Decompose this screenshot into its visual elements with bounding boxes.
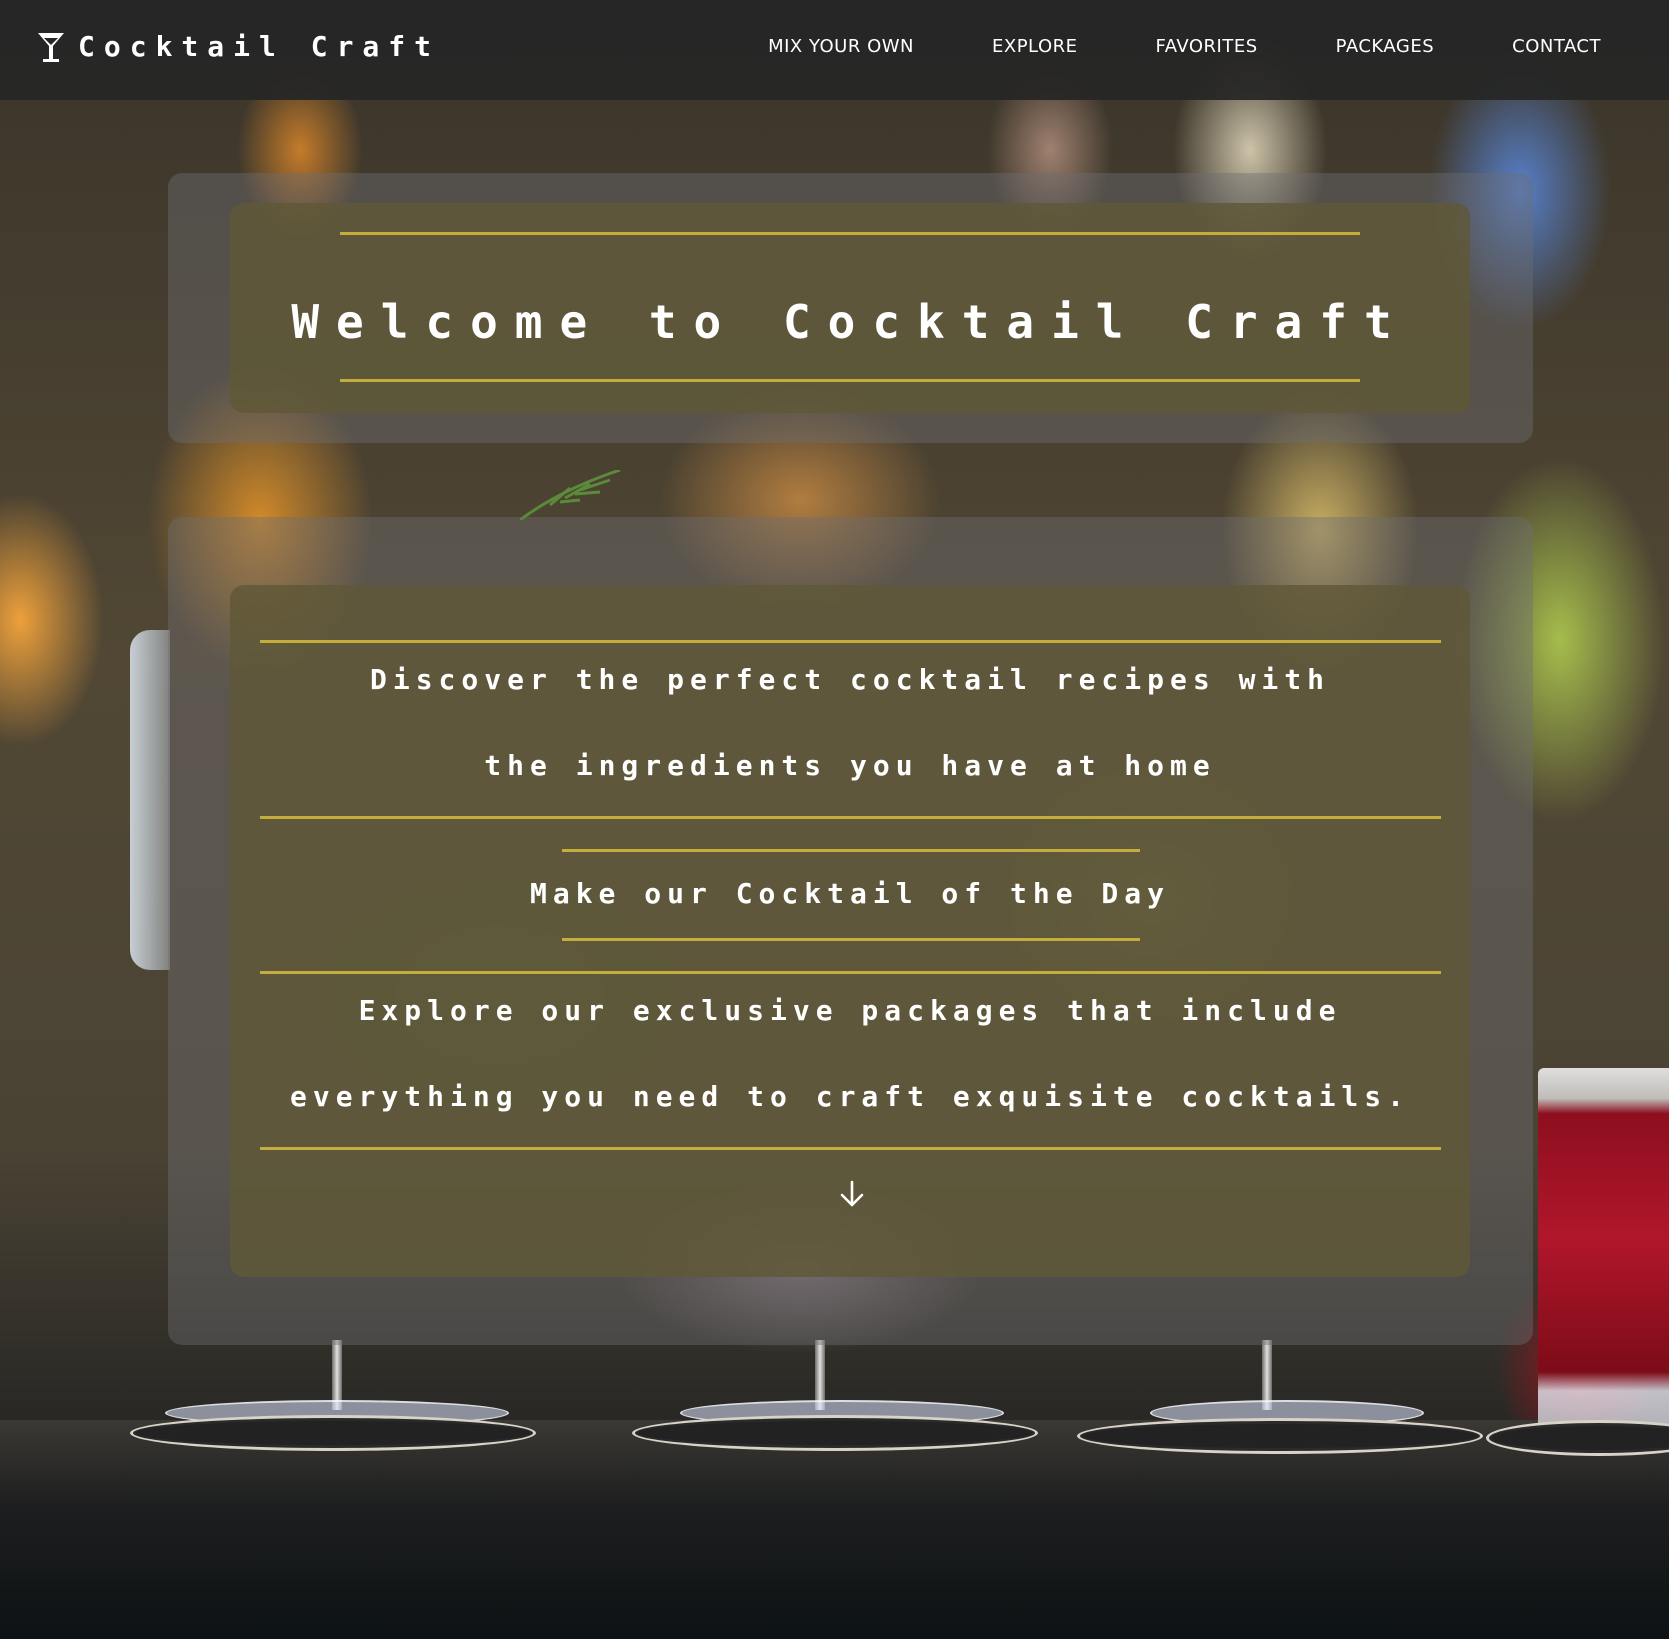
intro-panel: Discover the perfect cocktail recipes wi… [168, 517, 1533, 1345]
arrow-down-icon[interactable] [838, 1179, 866, 1209]
gold-divider [340, 232, 1360, 235]
page-title: Welcome to Cocktail Craft [291, 295, 1409, 349]
intro-card: Discover the perfect cocktail recipes wi… [230, 585, 1470, 1277]
gold-divider [260, 816, 1441, 819]
gold-divider [340, 379, 1360, 382]
welcome-card: Welcome to Cocktail Craft [230, 203, 1470, 413]
clear-glass [130, 630, 170, 970]
cocktail-of-the-day-link[interactable]: Make our Cocktail of the Day [230, 877, 1470, 910]
gold-divider [562, 849, 1140, 852]
coaster [632, 1415, 1038, 1451]
nav-contact[interactable]: CONTACT [1512, 36, 1601, 57]
main-menu: MIX YOUR OWN EXPLORE FAVORITES PACKAGES … [768, 36, 1601, 57]
gold-divider [260, 1147, 1441, 1150]
nav-explore[interactable]: EXPLORE [992, 36, 1078, 57]
coaster [130, 1415, 536, 1451]
red-cocktail-glass [1538, 1068, 1669, 1448]
brand-logo-link[interactable]: Cocktail Craft [36, 30, 440, 63]
brand-name: Cocktail Craft [78, 30, 441, 63]
coaster [1077, 1418, 1483, 1454]
nav-favorites[interactable]: FAVORITES [1156, 36, 1258, 57]
nav-mix-your-own[interactable]: MIX YOUR OWN [768, 36, 914, 57]
nav-packages[interactable]: PACKAGES [1336, 36, 1435, 57]
top-navbar: Cocktail Craft MIX YOUR OWN EXPLORE FAVO… [0, 0, 1669, 100]
rosemary-sprig [520, 470, 621, 520]
gold-divider [562, 938, 1140, 941]
discover-text: Discover the perfect cocktail recipes wi… [369, 663, 1330, 782]
welcome-panel: Welcome to Cocktail Craft [168, 173, 1533, 443]
packages-text: Explore our exclusive packages that incl… [289, 994, 1410, 1113]
cocktail-glass-icon [38, 32, 64, 62]
